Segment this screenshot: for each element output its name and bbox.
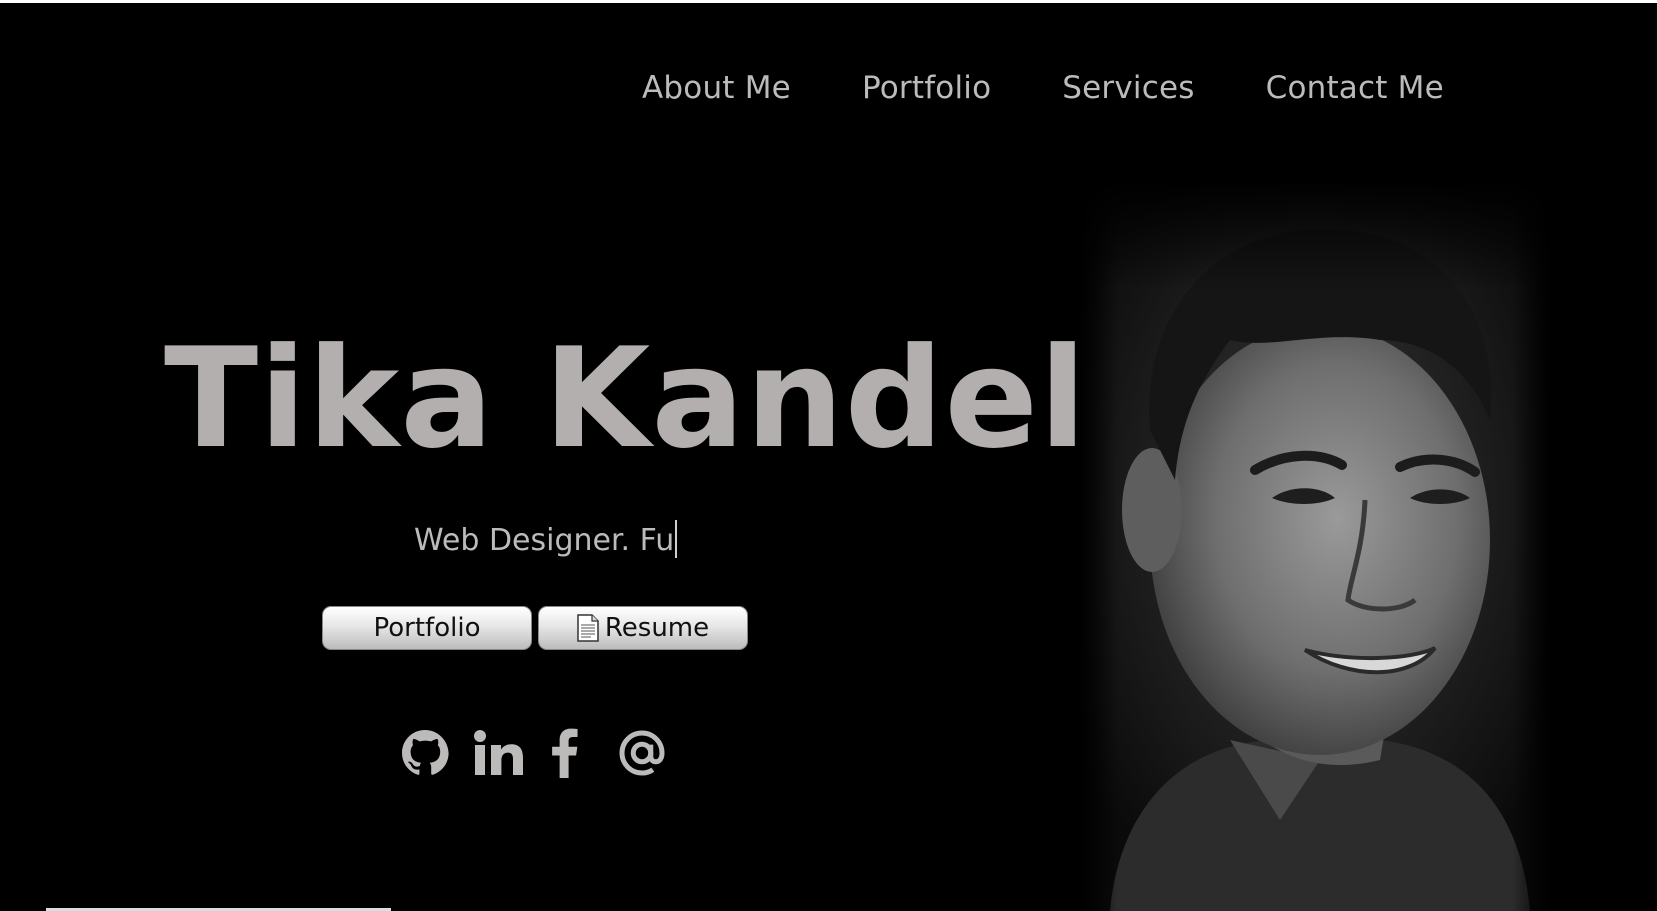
nav-about-me[interactable]: About Me bbox=[642, 70, 791, 106]
portfolio-page: About Me Portfolio Services Contact Me T… bbox=[0, 0, 1657, 911]
social-links bbox=[401, 728, 667, 778]
portfolio-button[interactable]: Portfolio bbox=[322, 606, 532, 650]
resume-button[interactable]: Resume bbox=[538, 606, 748, 650]
nav-contact-me[interactable]: Contact Me bbox=[1266, 70, 1444, 106]
email-at-icon[interactable] bbox=[617, 728, 667, 778]
hero-tagline-wrapper: Web Designer. Fu bbox=[414, 520, 678, 558]
facebook-icon[interactable] bbox=[549, 728, 579, 778]
main-nav: About Me Portfolio Services Contact Me bbox=[642, 70, 1444, 106]
hero-tagline: Web Designer. Fu bbox=[414, 523, 675, 558]
nav-portfolio[interactable]: Portfolio bbox=[862, 70, 991, 106]
hero-name: Tika Kandel bbox=[164, 318, 1088, 479]
profile-photo bbox=[1080, 180, 1550, 911]
top-border bbox=[0, 0, 1657, 3]
hero-buttons: Portfolio Resume bbox=[322, 606, 748, 650]
linkedin-icon[interactable] bbox=[473, 729, 525, 777]
resume-button-label: Resume bbox=[604, 613, 710, 643]
github-icon[interactable] bbox=[401, 729, 449, 777]
document-icon bbox=[577, 614, 599, 642]
typing-caret bbox=[675, 520, 678, 558]
portfolio-button-label: Portfolio bbox=[373, 613, 481, 643]
nav-services[interactable]: Services bbox=[1062, 70, 1194, 106]
